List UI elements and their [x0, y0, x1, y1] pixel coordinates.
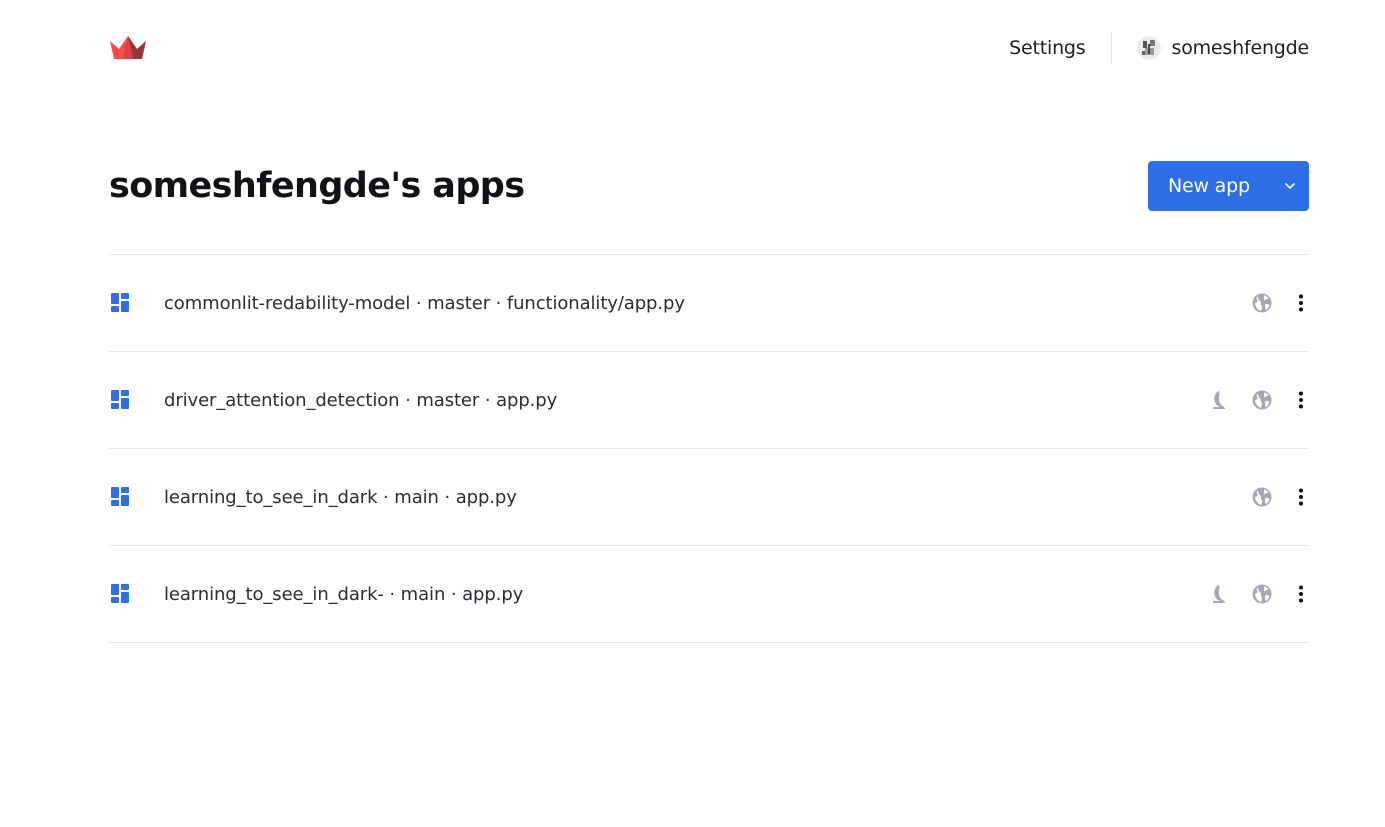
- user-menu[interactable]: someshfengde: [1112, 36, 1310, 60]
- dashboard-grid-icon: [111, 487, 131, 507]
- dashboard-grid-icon: [111, 584, 131, 604]
- streamlit-logo-icon[interactable]: [109, 35, 147, 61]
- globe-icon[interactable]: [1251, 486, 1273, 508]
- globe-icon[interactable]: [1251, 389, 1273, 411]
- row-actions: [1209, 352, 1309, 448]
- app-row[interactable]: commonlit-redability-model · master · fu…: [109, 255, 1309, 352]
- app-row[interactable]: learning_to_see_in_dark- · main · app.py: [109, 546, 1309, 643]
- globe-icon[interactable]: [1251, 583, 1273, 605]
- new-app-button[interactable]: New app: [1148, 161, 1309, 211]
- avatar: [1136, 36, 1161, 60]
- app-dashboard: Settings someshfengde someshfengde's app…: [0, 0, 1385, 827]
- app-name[interactable]: learning_to_see_in_dark · main · app.py: [164, 487, 517, 508]
- moon-icon[interactable]: [1209, 389, 1231, 411]
- nav-right: Settings someshfengde: [1009, 27, 1309, 69]
- more-vertical-icon[interactable]: [1296, 389, 1306, 411]
- page-title: someshfengde's apps: [109, 166, 525, 206]
- app-name[interactable]: learning_to_see_in_dark- · main · app.py: [164, 584, 523, 605]
- app-row[interactable]: driver_attention_detection · master · ap…: [109, 352, 1309, 449]
- app-row[interactable]: learning_to_see_in_dark · main · app.py: [109, 449, 1309, 546]
- chevron-down-icon[interactable]: [1271, 161, 1309, 211]
- dashboard-grid-icon: [111, 390, 131, 410]
- apps-header: someshfengde's apps New app: [109, 161, 1309, 211]
- dashboard-grid-icon: [111, 293, 131, 313]
- more-vertical-icon[interactable]: [1296, 486, 1306, 508]
- row-actions: [1251, 255, 1309, 351]
- settings-link[interactable]: Settings: [1009, 37, 1110, 59]
- globe-icon[interactable]: [1251, 292, 1273, 314]
- username: someshfengde: [1171, 37, 1310, 59]
- app-list: commonlit-redability-model · master · fu…: [109, 254, 1309, 643]
- row-actions: [1251, 449, 1309, 545]
- row-actions: [1209, 546, 1309, 642]
- top-nav: Settings someshfengde: [109, 22, 1309, 74]
- more-vertical-icon[interactable]: [1296, 292, 1306, 314]
- more-vertical-icon[interactable]: [1296, 583, 1306, 605]
- app-name[interactable]: commonlit-redability-model · master · fu…: [164, 293, 685, 314]
- moon-icon[interactable]: [1209, 583, 1231, 605]
- new-app-label: New app: [1168, 175, 1250, 197]
- app-name[interactable]: driver_attention_detection · master · ap…: [164, 390, 557, 411]
